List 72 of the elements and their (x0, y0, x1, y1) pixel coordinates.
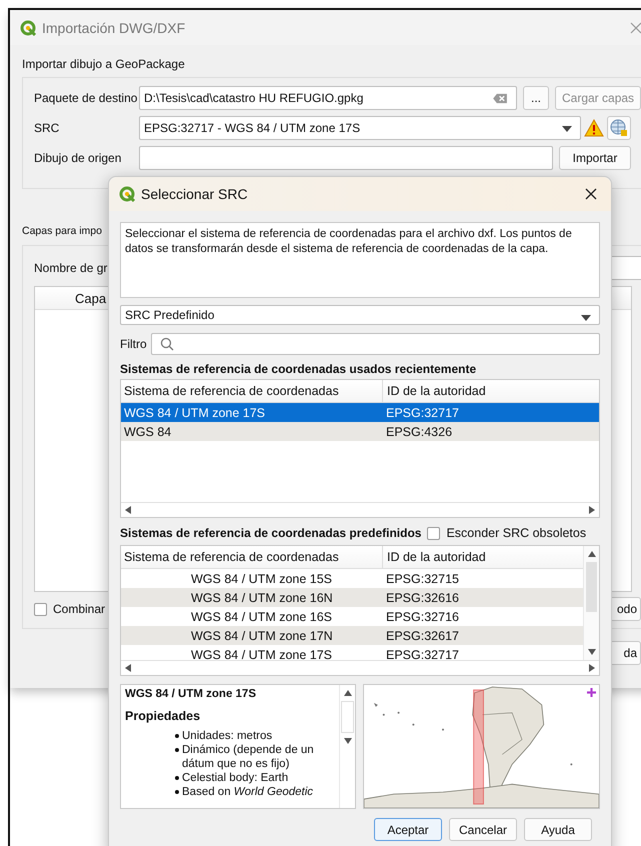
field-label: SRC (34, 121, 60, 135)
bullet-icon (175, 734, 179, 738)
globe-icon (610, 119, 628, 137)
close-icon[interactable] (585, 188, 597, 200)
scroll-down-icon[interactable] (344, 738, 352, 744)
scroll-up-icon[interactable] (588, 551, 596, 557)
table-row[interactable]: WGS 84 / UTM zone 17S EPSG:32717 (121, 645, 583, 660)
horizontal-scrollbar[interactable] (121, 660, 599, 675)
property-text: Unidades: metros (182, 729, 274, 743)
clear-icon[interactable] (493, 93, 508, 104)
crs-name-heading: WGS 84 / UTM zone 17S (125, 688, 257, 700)
checkbox-label: Combinar (53, 602, 106, 616)
destination-field[interactable]: D:\Tesis\cad\catastro HU REFUGIO.gpkg (139, 86, 517, 110)
merge-checkbox[interactable] (34, 602, 47, 616)
search-icon (160, 337, 174, 351)
checkbox-label: Esconder SRC obsoletos (446, 526, 586, 540)
table-row[interactable]: WGS 84 / UTM zone 16S EPSG:32716 (121, 607, 583, 626)
horizontal-scrollbar[interactable] (121, 502, 599, 517)
dialog-button[interactable]: Cancelar (449, 818, 517, 841)
app-logo-icon (119, 186, 135, 202)
bullet-icon (175, 776, 179, 780)
table-row[interactable]: WGS 84 / UTM zone 17N EPSG:32617 (121, 626, 583, 645)
bullet-icon (175, 790, 179, 794)
dialog-button[interactable]: Ayuda (524, 818, 592, 841)
source-drawing-field[interactable] (139, 146, 553, 170)
column-header[interactable]: Sistema de referencia de coordenadas (121, 546, 383, 568)
plus-icon (587, 688, 596, 697)
table-row[interactable]: WGS 84 / UTM zone 16N EPSG:32616 (121, 588, 583, 607)
bullet-icon (175, 748, 179, 752)
preset-dropdown[interactable]: SRC Predefinido (120, 305, 600, 325)
hide-obsolete-checkbox[interactable] (427, 526, 440, 540)
scroll-left-icon[interactable] (125, 664, 131, 672)
table-row[interactable]: WGS 84 / UTM zone 15S EPSG:32715 (121, 569, 583, 588)
scroll-right-icon[interactable] (589, 506, 595, 514)
section-label: Capas para impo (22, 225, 102, 239)
vertical-scrollbar[interactable] (583, 546, 599, 660)
import-button[interactable]: Importar (559, 146, 631, 170)
field-label: Dibujo de origen (34, 151, 122, 165)
crs-selector-button[interactable] (607, 116, 631, 140)
column-header[interactable]: ID de la autoridad (383, 546, 583, 568)
field-label: Nombre de gr (34, 261, 108, 275)
column-header[interactable]: ID de la autoridad (383, 380, 599, 402)
table-row[interactable]: WGS 84 EPSG:4326 (121, 422, 599, 441)
property-text: Dinámico (depende de un dátum que no es fijo) (182, 743, 315, 771)
warning-icon (584, 119, 604, 137)
description-text: Seleccionar el sistema de referencia de coordenadas para el archivo dxf. Los puntos de datos se transformarán desde el sistema de referencia de coordenadas de la capa. (120, 222, 600, 298)
dialog-title: Seleccionar SRC (141, 186, 248, 202)
vertical-scrollbar[interactable] (339, 685, 355, 808)
scroll-left-icon[interactable] (125, 506, 131, 514)
property-text: Based on World Geodetic (182, 785, 314, 799)
filter-field[interactable] (150, 333, 600, 355)
field-label: Paquete de destino (34, 91, 138, 105)
browse-button[interactable]: ... (523, 86, 549, 110)
scroll-right-icon[interactable] (589, 664, 595, 672)
properties-heading: Propiedades (125, 709, 202, 723)
scroll-down-icon[interactable] (588, 649, 596, 655)
caret-icon (581, 315, 591, 321)
scroll-up-icon[interactable] (344, 690, 352, 696)
section-label: Importar dibujo a GeoPackage (22, 57, 185, 73)
section-heading: Sistemas de referencia de coordenadas usados recientemente (120, 362, 478, 376)
window-title: Importación DWG/DXF (42, 20, 186, 36)
column-header[interactable]: Capa (75, 290, 106, 306)
table-row[interactable]: WGS 84 / UTM zone 17S EPSG:32717 (121, 403, 599, 422)
column-header[interactable]: Sistema de referencia de coordenadas (121, 380, 383, 402)
field-label: Filtro (120, 337, 147, 351)
crs-dropdown[interactable]: EPSG:32717 - WGS 84 / UTM zone 17S (139, 116, 581, 140)
property-text: Celestial body: Earth (182, 771, 290, 785)
scrollbar-thumb[interactable] (341, 701, 354, 733)
caret-icon (562, 126, 572, 132)
section-heading: Sistemas de referencia de coordenadas predefinidos (120, 526, 422, 540)
app-logo-icon (20, 20, 36, 36)
dialog-button[interactable]: Aceptar (374, 818, 442, 841)
